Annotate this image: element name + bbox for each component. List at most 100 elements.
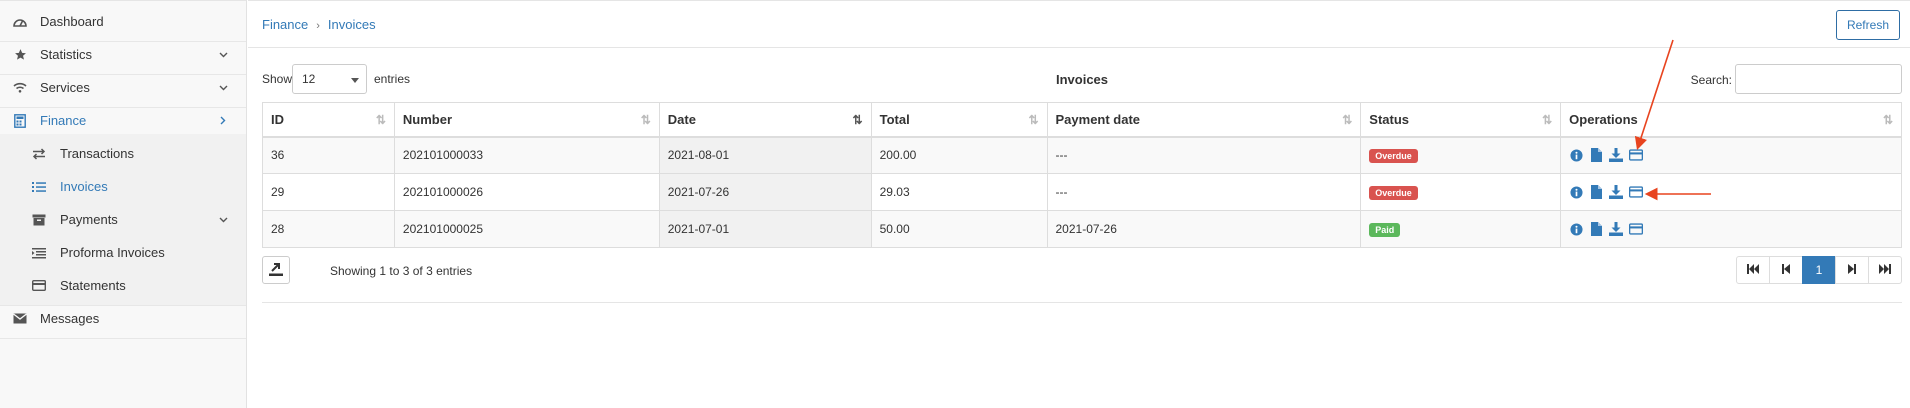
cell-date: 2021-07-26 xyxy=(658,173,872,211)
search-input[interactable] xyxy=(1735,64,1902,94)
sidebar-item-label: Messages xyxy=(40,311,100,326)
cell-total: 29.03 xyxy=(870,173,1048,211)
archive-icon xyxy=(31,212,47,228)
sidebar-item-label: Statistics xyxy=(40,47,93,62)
table-controls: Show 12 entries Invoices Search: xyxy=(262,64,1902,96)
credit-card-icon[interactable] xyxy=(1629,185,1644,199)
sidebar-item-messages[interactable]: Messages xyxy=(0,299,246,339)
table-row: 36 202101000033 2021-08-01 200.00 --- Ov… xyxy=(262,136,1902,174)
download-icon[interactable] xyxy=(1609,222,1624,236)
status-badge: Overdue xyxy=(1369,185,1418,200)
breadcrumb-finance[interactable]: Finance xyxy=(262,17,308,32)
credit-card-icon[interactable] xyxy=(1629,222,1644,236)
sidebar: Dashboard Statistics Services Finance Tr… xyxy=(0,0,247,408)
column-header-payment-date[interactable]: Payment date ⇅ xyxy=(1046,102,1362,138)
pagination: 1 xyxy=(1736,256,1902,284)
sidebar-item-label: Payments xyxy=(60,212,118,227)
step-forward-icon xyxy=(1848,263,1856,277)
cell-date: 2021-08-01 xyxy=(658,136,872,174)
first-page-button[interactable] xyxy=(1736,256,1770,284)
credit-card-icon[interactable] xyxy=(1629,148,1644,162)
breadcrumb-separator-icon: › xyxy=(316,20,320,32)
sidebar-item-label: Dashboard xyxy=(40,14,104,29)
list-icon xyxy=(31,179,47,195)
previous-page-button[interactable] xyxy=(1769,256,1803,284)
indent-list-icon xyxy=(31,245,47,261)
chevron-down-icon xyxy=(218,215,228,225)
next-page-button[interactable] xyxy=(1835,256,1869,284)
column-header-date[interactable]: Date ⇅ xyxy=(658,102,872,138)
breadcrumb-invoices[interactable]: Invoices xyxy=(328,17,376,32)
sidebar-item-label: Statements xyxy=(60,278,126,293)
chevron-down-icon xyxy=(218,83,228,93)
export-button[interactable] xyxy=(262,256,290,284)
file-icon[interactable] xyxy=(1589,185,1603,199)
download-icon[interactable] xyxy=(1609,185,1624,199)
cell-operations xyxy=(1560,210,1902,248)
cell-id: 28 xyxy=(262,210,395,248)
download-icon[interactable] xyxy=(1609,148,1624,163)
cell-total: 200.00 xyxy=(870,136,1048,174)
chevron-down-icon xyxy=(218,50,228,60)
file-icon[interactable] xyxy=(1589,222,1603,236)
export-icon xyxy=(269,262,283,279)
cell-payment-date: --- xyxy=(1046,136,1362,174)
calculator-icon xyxy=(12,113,28,129)
cell-payment-date: 2021-07-26 xyxy=(1046,210,1362,248)
sort-icon: ⇅ xyxy=(1028,113,1039,127)
column-header-total[interactable]: Total ⇅ xyxy=(870,102,1048,138)
last-page-button[interactable] xyxy=(1868,256,1902,284)
cell-id: 36 xyxy=(262,136,395,174)
sidebar-item-label: Services xyxy=(40,80,90,95)
sort-icon: ⇅ xyxy=(1342,113,1353,127)
breadcrumb: Finance › Invoices xyxy=(262,17,376,32)
cell-payment-date: --- xyxy=(1046,173,1362,211)
dashboard-icon xyxy=(12,14,28,30)
divider xyxy=(262,302,1902,303)
sort-icon: ⇅ xyxy=(1882,113,1893,127)
operations-group xyxy=(1569,222,1893,236)
search-label: Search: xyxy=(1690,73,1732,87)
step-backward-icon xyxy=(1782,263,1790,277)
status-badge: Overdue xyxy=(1369,148,1418,163)
envelope-icon xyxy=(12,311,28,327)
table-row: 29 202101000026 2021-07-26 29.03 --- Ove… xyxy=(262,173,1902,211)
sort-desc-icon: ⇅ xyxy=(852,113,863,127)
column-header-status[interactable]: Status ⇅ xyxy=(1360,102,1562,138)
sort-icon: ⇅ xyxy=(640,113,651,127)
info-icon[interactable] xyxy=(1569,185,1583,199)
invoices-table: ID ⇅ Number ⇅ Date ⇅ Total ⇅ Payment date ⇅ S… xyxy=(262,102,1902,248)
cell-number: 202101000026 xyxy=(393,173,660,211)
column-header-operations[interactable]: Operations ⇅ xyxy=(1560,102,1902,138)
table-footer: Showing 1 to 3 of 3 entries 1 xyxy=(262,256,1902,288)
cell-operations xyxy=(1560,136,1902,174)
status-badge: Paid xyxy=(1369,222,1401,237)
table-header-row: ID ⇅ Number ⇅ Date ⇅ Total ⇅ Payment date ⇅ S… xyxy=(262,102,1902,138)
main-content: Finance › Invoices Refresh Show 12 entries… xyxy=(248,0,1910,408)
table-info: Showing 1 to 3 of 3 entries xyxy=(330,264,473,278)
fast-forward-icon xyxy=(1879,263,1891,277)
column-header-number[interactable]: Number ⇅ xyxy=(393,102,660,138)
top-bar: Finance › Invoices Refresh xyxy=(248,0,1910,48)
sort-icon: ⇅ xyxy=(1542,113,1553,127)
chevron-right-icon xyxy=(218,116,228,126)
sidebar-item-label: Proforma Invoices xyxy=(60,245,165,260)
operations-group xyxy=(1569,185,1893,199)
refresh-button[interactable]: Refresh xyxy=(1835,10,1900,40)
sidebar-item-label: Invoices xyxy=(60,179,108,194)
cell-status: Overdue xyxy=(1360,136,1562,174)
credit-card-icon xyxy=(31,278,47,294)
sort-icon: ⇅ xyxy=(375,113,386,127)
page-button-current[interactable]: 1 xyxy=(1802,256,1836,284)
cell-number: 202101000025 xyxy=(393,210,660,248)
cell-status: Paid xyxy=(1360,210,1562,248)
fast-backward-icon xyxy=(1747,263,1759,277)
info-icon[interactable] xyxy=(1569,222,1583,236)
info-icon[interactable] xyxy=(1569,148,1583,162)
column-header-id[interactable]: ID ⇅ xyxy=(262,102,395,138)
sidebar-item-label: Finance xyxy=(40,113,87,128)
table-title: Invoices xyxy=(1055,72,1109,87)
operations-group xyxy=(1569,148,1893,163)
cell-date: 2021-07-01 xyxy=(658,210,872,248)
file-icon[interactable] xyxy=(1589,148,1603,163)
